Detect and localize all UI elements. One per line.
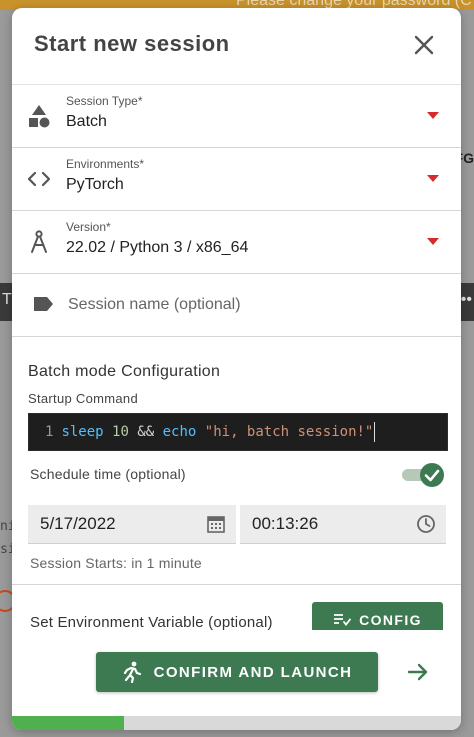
- schedule-date-value: 5/17/2022: [40, 514, 116, 533]
- startup-command-label: Startup Command: [28, 391, 138, 406]
- text-cursor: [374, 422, 376, 442]
- schedule-time-label: Schedule time (optional): [30, 466, 186, 482]
- version-select[interactable]: Version* 22.02 / Python 3 / x86_64: [12, 211, 461, 274]
- compass-icon: [31, 230, 47, 253]
- environments-value: PyTorch: [66, 176, 124, 193]
- startup-command-editor[interactable]: 1 sleep 10 && echo "hi, batch session!": [28, 413, 448, 451]
- code-token-string: "hi, batch session!": [204, 424, 374, 440]
- config-button-label: CONFIG: [359, 612, 422, 628]
- version-label: Version*: [66, 220, 111, 234]
- environments-select[interactable]: Environments* PyTorch: [12, 148, 461, 211]
- session-starts-text: Session Starts: in 1 minute: [30, 555, 202, 571]
- confirm-and-launch-button[interactable]: CONFIRM AND LAUNCH: [96, 652, 378, 692]
- clock-icon[interactable]: [416, 514, 436, 534]
- confirm-button-label: CONFIRM AND LAUNCH: [153, 663, 353, 681]
- schedule-time-value: 00:13:26: [252, 514, 319, 533]
- close-button[interactable]: [411, 32, 437, 58]
- progress-fill: [12, 716, 125, 730]
- schedule-date-field[interactable]: 5/17/2022: [28, 505, 236, 544]
- chevron-down-icon: [427, 112, 439, 119]
- check-icon: [424, 469, 440, 482]
- session-type-select[interactable]: Session Type* Batch: [12, 85, 461, 148]
- environments-label: Environments*: [66, 157, 145, 171]
- line-number: 1: [45, 424, 54, 440]
- label-icon: [34, 297, 53, 311]
- next-button[interactable]: [406, 660, 430, 684]
- schedule-time-toggle[interactable]: [402, 463, 444, 487]
- code-token-operator: &&: [137, 424, 155, 440]
- code-token-echo: echo: [162, 424, 197, 440]
- close-icon: [414, 35, 434, 55]
- dialog-header: Start new session: [12, 8, 461, 85]
- code-icon: [27, 171, 51, 187]
- batch-config-title: Batch mode Configuration: [28, 363, 221, 380]
- dialog-title: Start new session: [34, 31, 230, 56]
- session-type-value: Batch: [66, 113, 107, 130]
- version-value: 22.02 / Python 3 / x86_64: [66, 239, 249, 256]
- divider: [12, 584, 461, 585]
- session-name-input[interactable]: [66, 292, 440, 318]
- playlist-check-icon: [334, 614, 351, 626]
- code-token-command: sleep: [61, 424, 104, 440]
- running-person-icon: [123, 661, 141, 683]
- schedule-time-field[interactable]: 00:13:26: [240, 505, 446, 544]
- chevron-down-icon: [427, 175, 439, 182]
- start-session-dialog: Start new session Session Type* Batch En…: [12, 8, 461, 730]
- environment-variable-label: Set Environment Variable (optional): [30, 614, 273, 631]
- toggle-knob: [420, 463, 444, 487]
- code-token-number: 10: [112, 424, 129, 440]
- calendar-icon[interactable]: [206, 514, 226, 534]
- shapes-icon: [29, 105, 50, 128]
- chevron-down-icon: [427, 238, 439, 245]
- progress-bar: [12, 716, 461, 730]
- arrow-right-icon: [407, 663, 428, 681]
- background-strip-right: ••: [460, 291, 472, 308]
- session-name-row: [12, 274, 461, 337]
- session-type-label: Session Type*: [66, 94, 143, 108]
- background-strip-left: T: [2, 291, 12, 308]
